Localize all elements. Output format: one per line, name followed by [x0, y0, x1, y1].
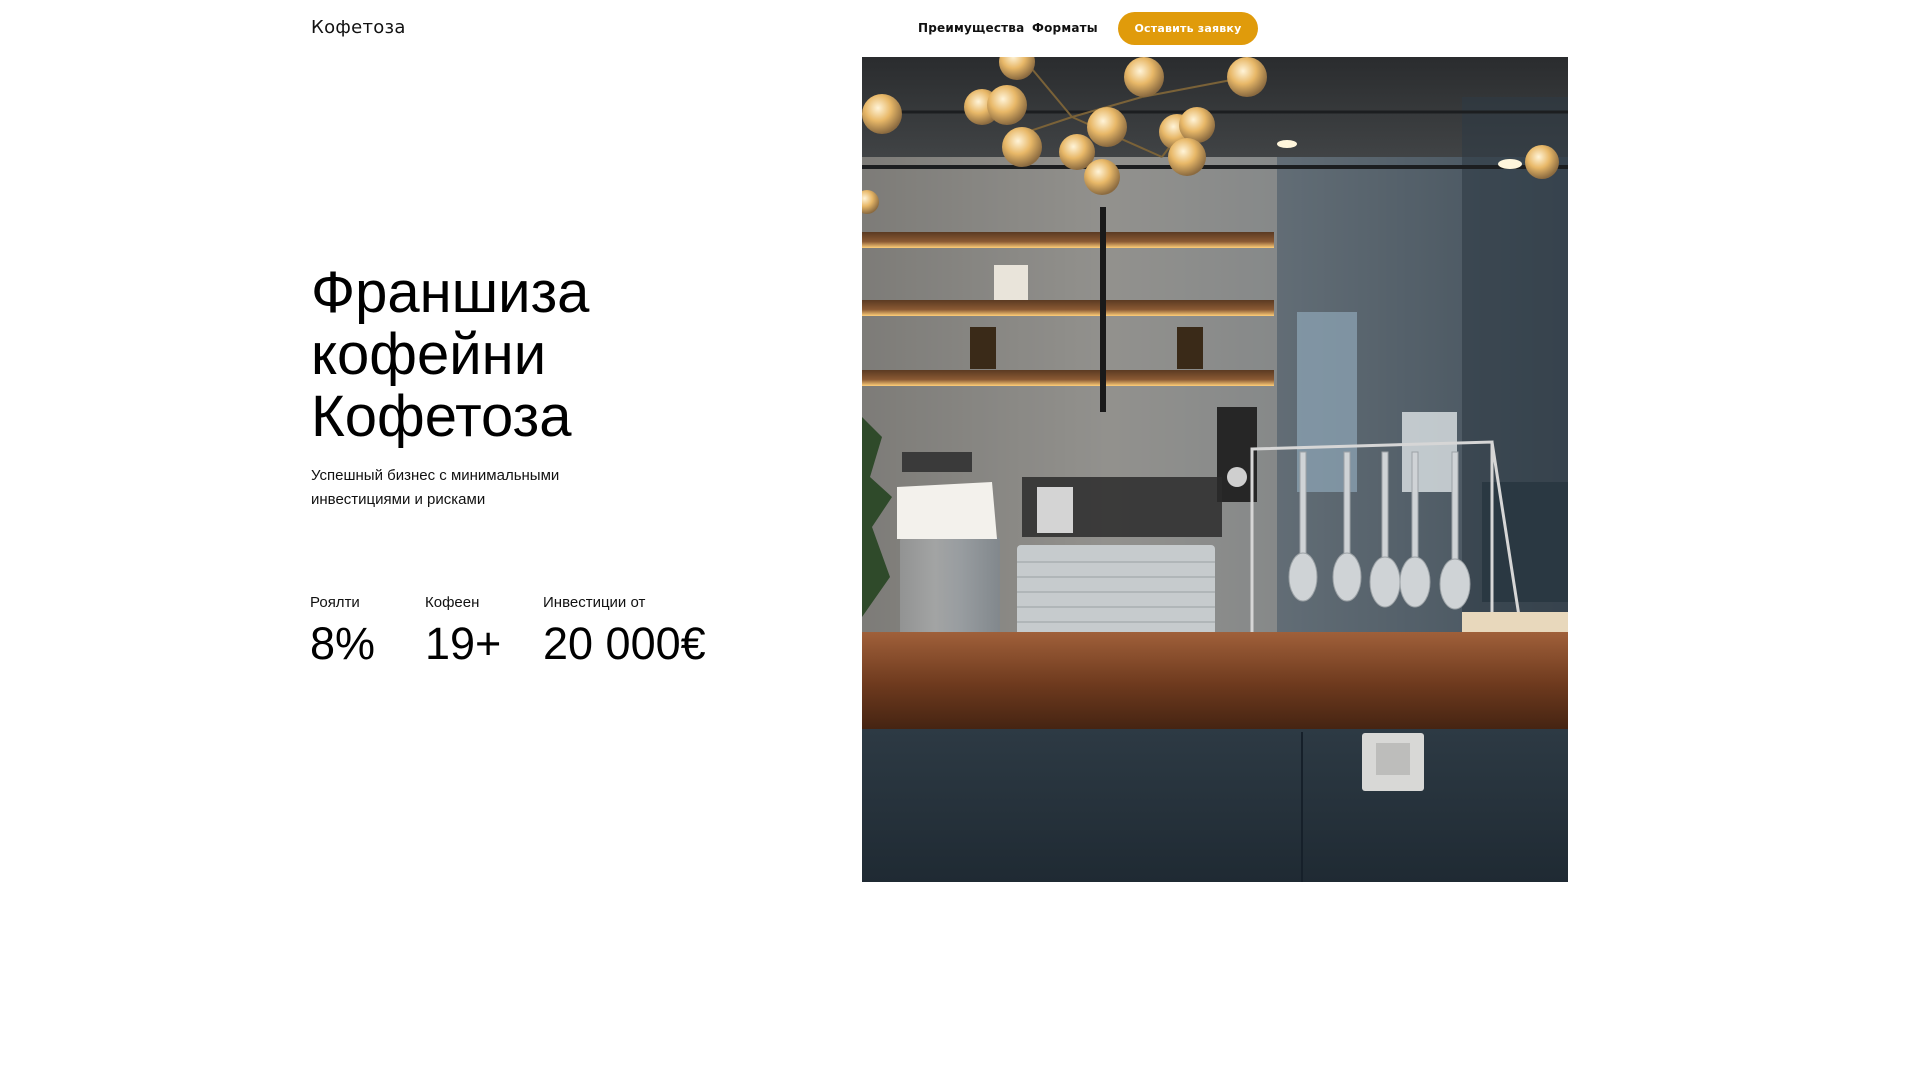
stat-value: 19+ — [425, 618, 502, 669]
site-header: Кофетоза Преимущества Форматы Оставить з… — [0, 0, 1568, 57]
hero-title-line: Франшиза — [311, 260, 590, 325]
stat-label: Инвестиции от — [543, 594, 646, 611]
hero-title: Франшиза кофейни Кофетоза — [311, 262, 831, 448]
hero-title-line: кофейни — [311, 322, 547, 387]
stat-value: 8% — [310, 618, 376, 669]
hero-photo-coffee-bar — [862, 57, 1568, 882]
submit-application-button[interactable]: Оставить заявку — [1118, 12, 1258, 45]
stat-coffee-shops: Кофеен 19+ — [425, 594, 501, 669]
nav-link-advantages[interactable]: Преимущества — [918, 21, 1024, 35]
hero-subtitle: Успешный бизнес с минимальными инвестици… — [311, 464, 611, 512]
landing-page: Кофетоза Преимущества Форматы Оставить з… — [0, 0, 1568, 882]
hero-title-line: Кофетоза — [311, 384, 572, 449]
stat-label: Кофеен — [425, 594, 480, 611]
nav-link-formats[interactable]: Форматы — [1032, 21, 1098, 35]
hero-subtitle-line: Успешный бизнес с минимальными — [311, 467, 560, 484]
stat-label: Роялти — [310, 594, 360, 611]
hero-subtitle-line: инвестициями и рисками — [311, 491, 486, 508]
logo[interactable]: Кофетоза — [311, 17, 406, 38]
stat-royalty: Роялти 8% — [310, 594, 375, 669]
stat-value: 20 000€ — [543, 618, 706, 669]
stat-investment: Инвестиции от 20 000€ — [543, 594, 706, 669]
